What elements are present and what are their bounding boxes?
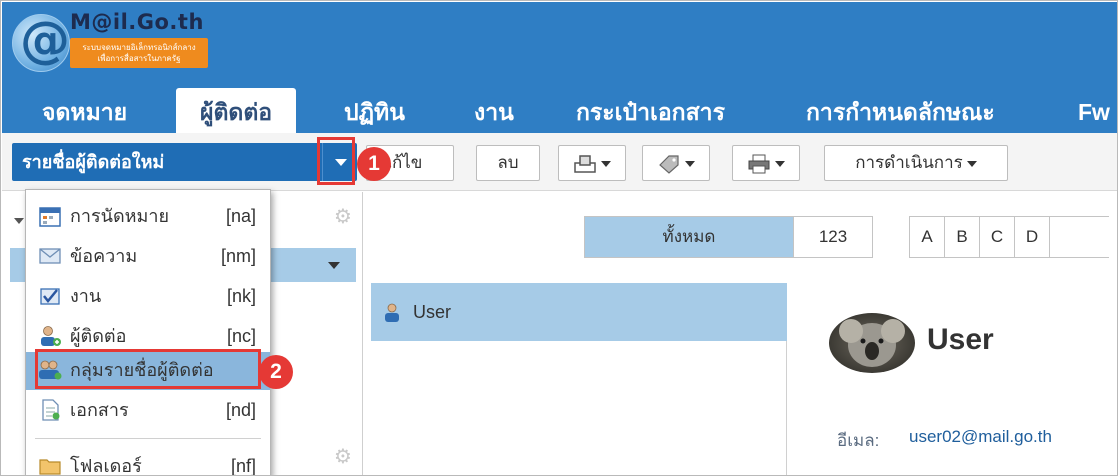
avatar — [829, 313, 915, 373]
email-link[interactable]: user02@mail.go.th — [909, 427, 1052, 447]
toolbar: รายชื่อผู้ติดต่อใหม่ แก้ไข ลบ การดำเนินก… — [2, 133, 1117, 191]
menu-item-folder[interactable]: โฟลเดอร์ [nf] — [26, 448, 270, 475]
tab-tasks[interactable]: งาน — [474, 88, 514, 133]
chevron-down-icon[interactable] — [328, 262, 340, 269]
tab-mail[interactable]: จดหมาย — [42, 88, 127, 133]
gear-icon[interactable]: ⚙ — [334, 206, 354, 226]
contact-name: User — [413, 302, 452, 322]
calendar-icon — [39, 207, 61, 227]
tab-more[interactable]: Fw — [1078, 88, 1110, 133]
alpha-filter-c[interactable]: C — [979, 216, 1015, 258]
email-label: อีเมล: — [837, 431, 880, 450]
gear-icon[interactable]: ⚙ — [334, 446, 354, 466]
list-item[interactable]: User — [371, 283, 787, 341]
tab-calendar[interactable]: ปฏิทิน — [344, 88, 405, 133]
move-tray-icon — [574, 154, 596, 173]
menu-item-task[interactable]: งาน [nk] — [26, 278, 270, 316]
main-tabs: จดหมาย ผู้ติดต่อ ปฏิทิน งาน กระเป๋าเอกสา… — [2, 88, 1117, 133]
alpha-filter-d[interactable]: D — [1014, 216, 1050, 258]
alpha-filter-123[interactable]: 123 — [793, 216, 873, 258]
logo-subtitle: ระบบจดหมายอิเล็กทรอนิกส์กลาง เพื่อการสื่… — [70, 38, 208, 68]
delete-button[interactable]: ลบ — [476, 145, 540, 181]
tag-icon — [659, 154, 679, 174]
menu-item-appointment[interactable]: การนัดหมาย [na] — [26, 198, 270, 236]
envelope-icon — [39, 248, 61, 264]
app-header: @ M@il.Go.th ระบบจดหมายอิเล็กทรอนิกส์กลา… — [2, 2, 1117, 133]
tab-contacts[interactable]: ผู้ติดต่อ — [176, 88, 297, 133]
document-icon — [42, 399, 60, 421]
menu-item-message[interactable]: ข้อความ [nm] — [26, 238, 270, 276]
folder-icon — [39, 459, 61, 475]
alpha-filter-all[interactable]: ทั้งหมด — [584, 216, 794, 258]
new-item-menu: การนัดหมาย [na] ข้อความ [nm] งาน [nk] ผู… — [25, 189, 271, 475]
tab-briefcase[interactable]: กระเป๋าเอกสาร — [576, 88, 725, 133]
expand-triangle-icon[interactable] — [14, 218, 24, 224]
alpha-filter-more[interactable] — [1049, 216, 1109, 258]
alpha-filter-b[interactable]: B — [944, 216, 980, 258]
printer-icon — [748, 154, 770, 174]
tag-button[interactable] — [642, 145, 710, 181]
menu-divider — [35, 438, 261, 439]
contact-detail: User อีเมล: user02@mail.go.th — [789, 283, 1117, 475]
app-window: @ M@il.Go.th ระบบจดหมายอิเล็กทรอนิกส์กลา… — [0, 0, 1118, 476]
contact-icon — [41, 326, 61, 346]
menu-item-document[interactable]: เอกสาร [nd] — [26, 392, 270, 430]
highlight-box-2 — [35, 349, 261, 389]
tab-preferences[interactable]: การกำหนดลักษณะ — [806, 88, 995, 133]
contact-icon — [385, 303, 399, 322]
step-badge-1: 1 — [357, 147, 391, 181]
actions-label: การดำเนินการ — [855, 153, 963, 172]
highlight-box-1 — [317, 137, 355, 185]
step-badge-2: 2 — [259, 355, 293, 389]
actions-button[interactable]: การดำเนินการ — [824, 145, 1008, 181]
new-contact-label: รายชื่อผู้ติดต่อใหม่ — [22, 152, 165, 172]
contact-detail-name: User — [927, 323, 994, 356]
move-button[interactable] — [558, 145, 626, 181]
logo-title: M@il.Go.th — [70, 10, 204, 34]
contact-list: User — [365, 283, 787, 475]
alpha-filter-a[interactable]: A — [909, 216, 945, 258]
app-logo: @ M@il.Go.th ระบบจดหมายอิเล็กทรอนิกส์กลา… — [12, 10, 212, 76]
task-icon — [40, 288, 60, 305]
print-button[interactable] — [732, 145, 800, 181]
new-contact-button[interactable]: รายชื่อผู้ติดต่อใหม่ — [12, 143, 357, 181]
